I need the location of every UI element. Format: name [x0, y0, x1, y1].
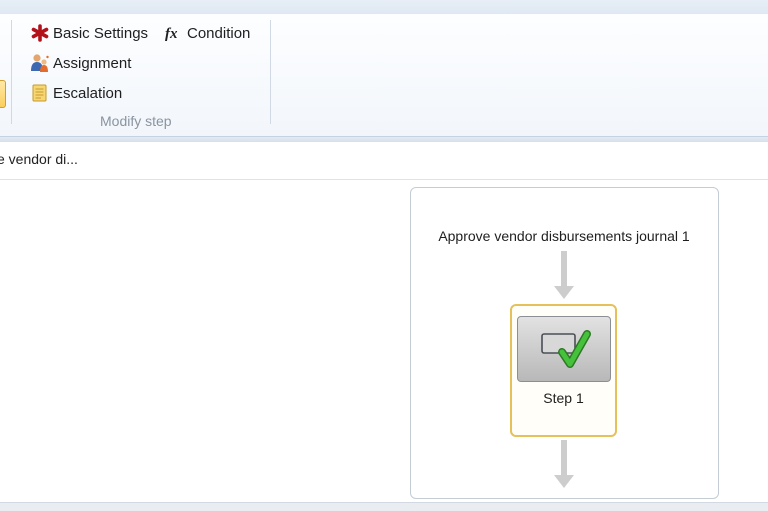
ribbon-group-separator — [11, 20, 12, 124]
flow-arrow-out-head — [554, 475, 574, 488]
condition-button[interactable]: fx Condition — [164, 23, 250, 43]
assignment-label: Assignment — [53, 54, 132, 72]
basic-settings-button[interactable]: Basic Settings — [30, 23, 148, 43]
basic-settings-label: Basic Settings — [53, 24, 149, 42]
ribbon-group-separator — [270, 20, 271, 124]
address-bar — [0, 142, 768, 180]
function-fx-icon: fx — [164, 23, 184, 43]
escalation-note-icon — [30, 83, 50, 103]
flow-arrow-in-shaft — [561, 251, 567, 287]
ribbon-group-label: Modify step — [100, 113, 172, 129]
condition-label: Condition — [187, 24, 251, 42]
ribbon-left-button-edge[interactable] — [0, 80, 6, 108]
flow-arrow-out-shaft — [561, 440, 567, 476]
flow-arrow-in-head — [554, 286, 574, 299]
escalation-button[interactable]: Escalation — [30, 83, 122, 103]
asterisk-icon — [30, 23, 50, 43]
assignment-button[interactable]: Assignment — [30, 53, 131, 73]
approval-step-icon — [517, 316, 611, 382]
step-label: Step 1 — [543, 390, 584, 406]
workflow-path-text[interactable]: e vendor di... — [0, 151, 78, 167]
ribbon-tab-strip — [0, 0, 768, 15]
users-assign-icon — [30, 53, 50, 73]
svg-text:fx: fx — [165, 26, 178, 42]
escalation-label: Escalation — [53, 84, 123, 102]
workflow-title: Approve vendor disbursements journal 1 — [438, 228, 690, 244]
